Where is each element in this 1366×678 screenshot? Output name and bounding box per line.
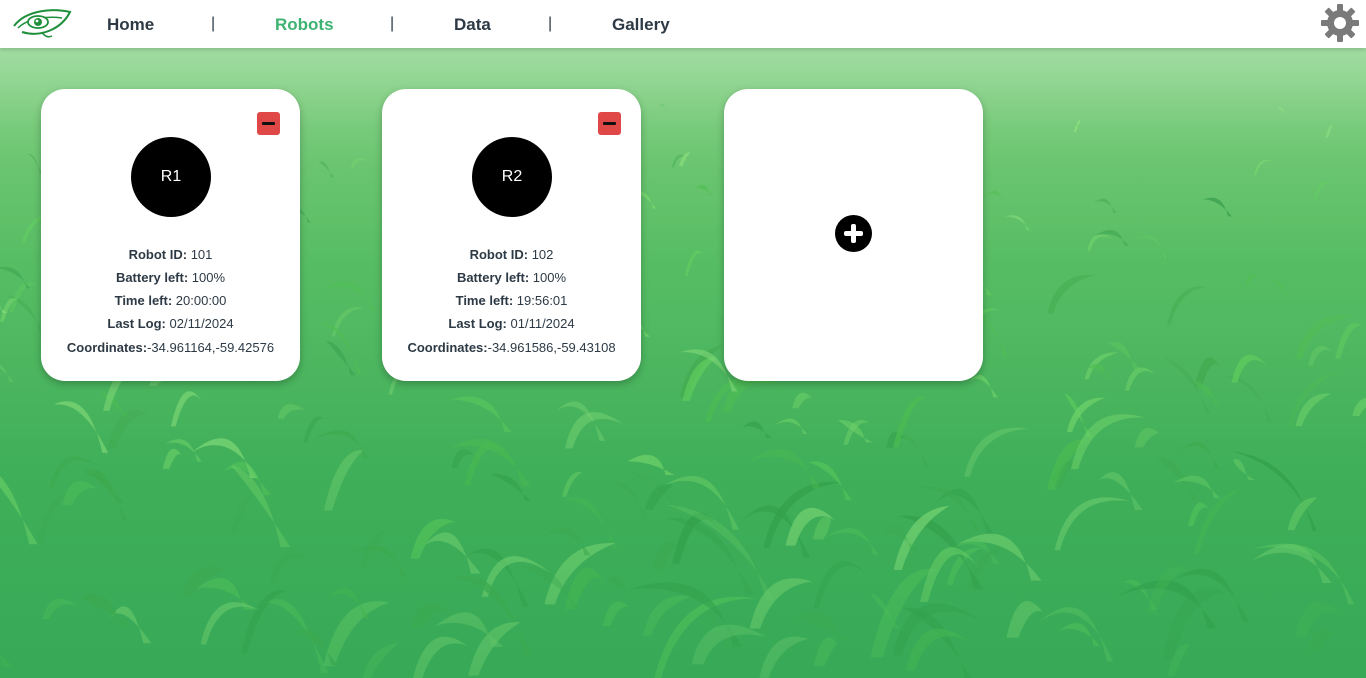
robot-avatar[interactable]: R2: [472, 137, 552, 217]
remove-robot-button[interactable]: [598, 112, 621, 135]
nav-separator: |: [390, 15, 395, 32]
robot-id-value: 101: [187, 247, 213, 262]
nav-robots[interactable]: Robots: [275, 15, 334, 35]
nav-separator: |: [211, 15, 216, 32]
nav-separator: |: [548, 15, 553, 32]
coordinates-row: Coordinates:-34.961164,-59.42576: [41, 336, 300, 359]
battery-value: 100%: [529, 270, 567, 285]
robot-id-row: Robot ID: 102: [382, 243, 641, 266]
last-log-label: Last Log:: [107, 316, 166, 331]
robot-id-label: Robot ID:: [469, 247, 529, 262]
robot-info: Robot ID: 101 Battery left: 100% Time le…: [41, 243, 300, 359]
last-log-value: 02/11/2024: [165, 316, 234, 331]
plus-circle-icon[interactable]: [835, 215, 872, 252]
time-left-value: 20:00:00: [172, 293, 227, 308]
coordinates-label: Coordinates:: [66, 340, 148, 355]
eye-leaf-logo-icon[interactable]: [12, 6, 72, 40]
robot-id-row: Robot ID: 101: [41, 243, 300, 266]
robot-avatar[interactable]: R1: [131, 137, 211, 217]
last-log-label: Last Log:: [448, 316, 507, 331]
last-log-row: Last Log: 02/11/2024: [41, 312, 300, 335]
last-log-row: Last Log: 01/11/2024: [382, 312, 641, 335]
coordinates-value: -34.961164,-59.42576: [147, 340, 275, 355]
coordinates-label: Coordinates:: [407, 340, 488, 355]
robot-card: R2 Robot ID: 102 Battery left: 100% Time…: [382, 89, 641, 381]
time-left-row: Time left: 19:56:01: [382, 289, 641, 312]
battery-value: 100%: [188, 270, 226, 285]
battery-row: Battery left: 100%: [41, 266, 300, 289]
time-left-value: 19:56:01: [513, 293, 568, 308]
robot-id-label: Robot ID:: [128, 247, 188, 262]
nav-gallery[interactable]: Gallery: [612, 15, 670, 35]
time-left-label: Time left:: [455, 293, 514, 308]
robot-id-value: 102: [528, 247, 554, 262]
robot-card: R1 Robot ID: 101 Battery left: 100% Time…: [41, 89, 300, 381]
navbar: Home | Robots | Data | Gallery: [0, 0, 1366, 48]
gear-icon[interactable]: [1320, 3, 1360, 43]
coordinates-value: -34.961586,-59.43108: [487, 340, 616, 355]
battery-label: Battery left:: [456, 270, 530, 285]
time-left-label: Time left:: [114, 293, 173, 308]
battery-row: Battery left: 100%: [382, 266, 641, 289]
remove-robot-button[interactable]: [257, 112, 280, 135]
robot-info: Robot ID: 102 Battery left: 100% Time le…: [382, 243, 641, 359]
nav-home[interactable]: Home: [107, 15, 154, 35]
battery-label: Battery left:: [115, 270, 189, 285]
last-log-value: 01/11/2024: [506, 316, 575, 331]
time-left-row: Time left: 20:00:00: [41, 289, 300, 312]
coordinates-row: Coordinates:-34.961586,-59.43108: [382, 336, 641, 359]
nav-data[interactable]: Data: [454, 15, 491, 35]
add-robot-card[interactable]: [724, 89, 983, 381]
